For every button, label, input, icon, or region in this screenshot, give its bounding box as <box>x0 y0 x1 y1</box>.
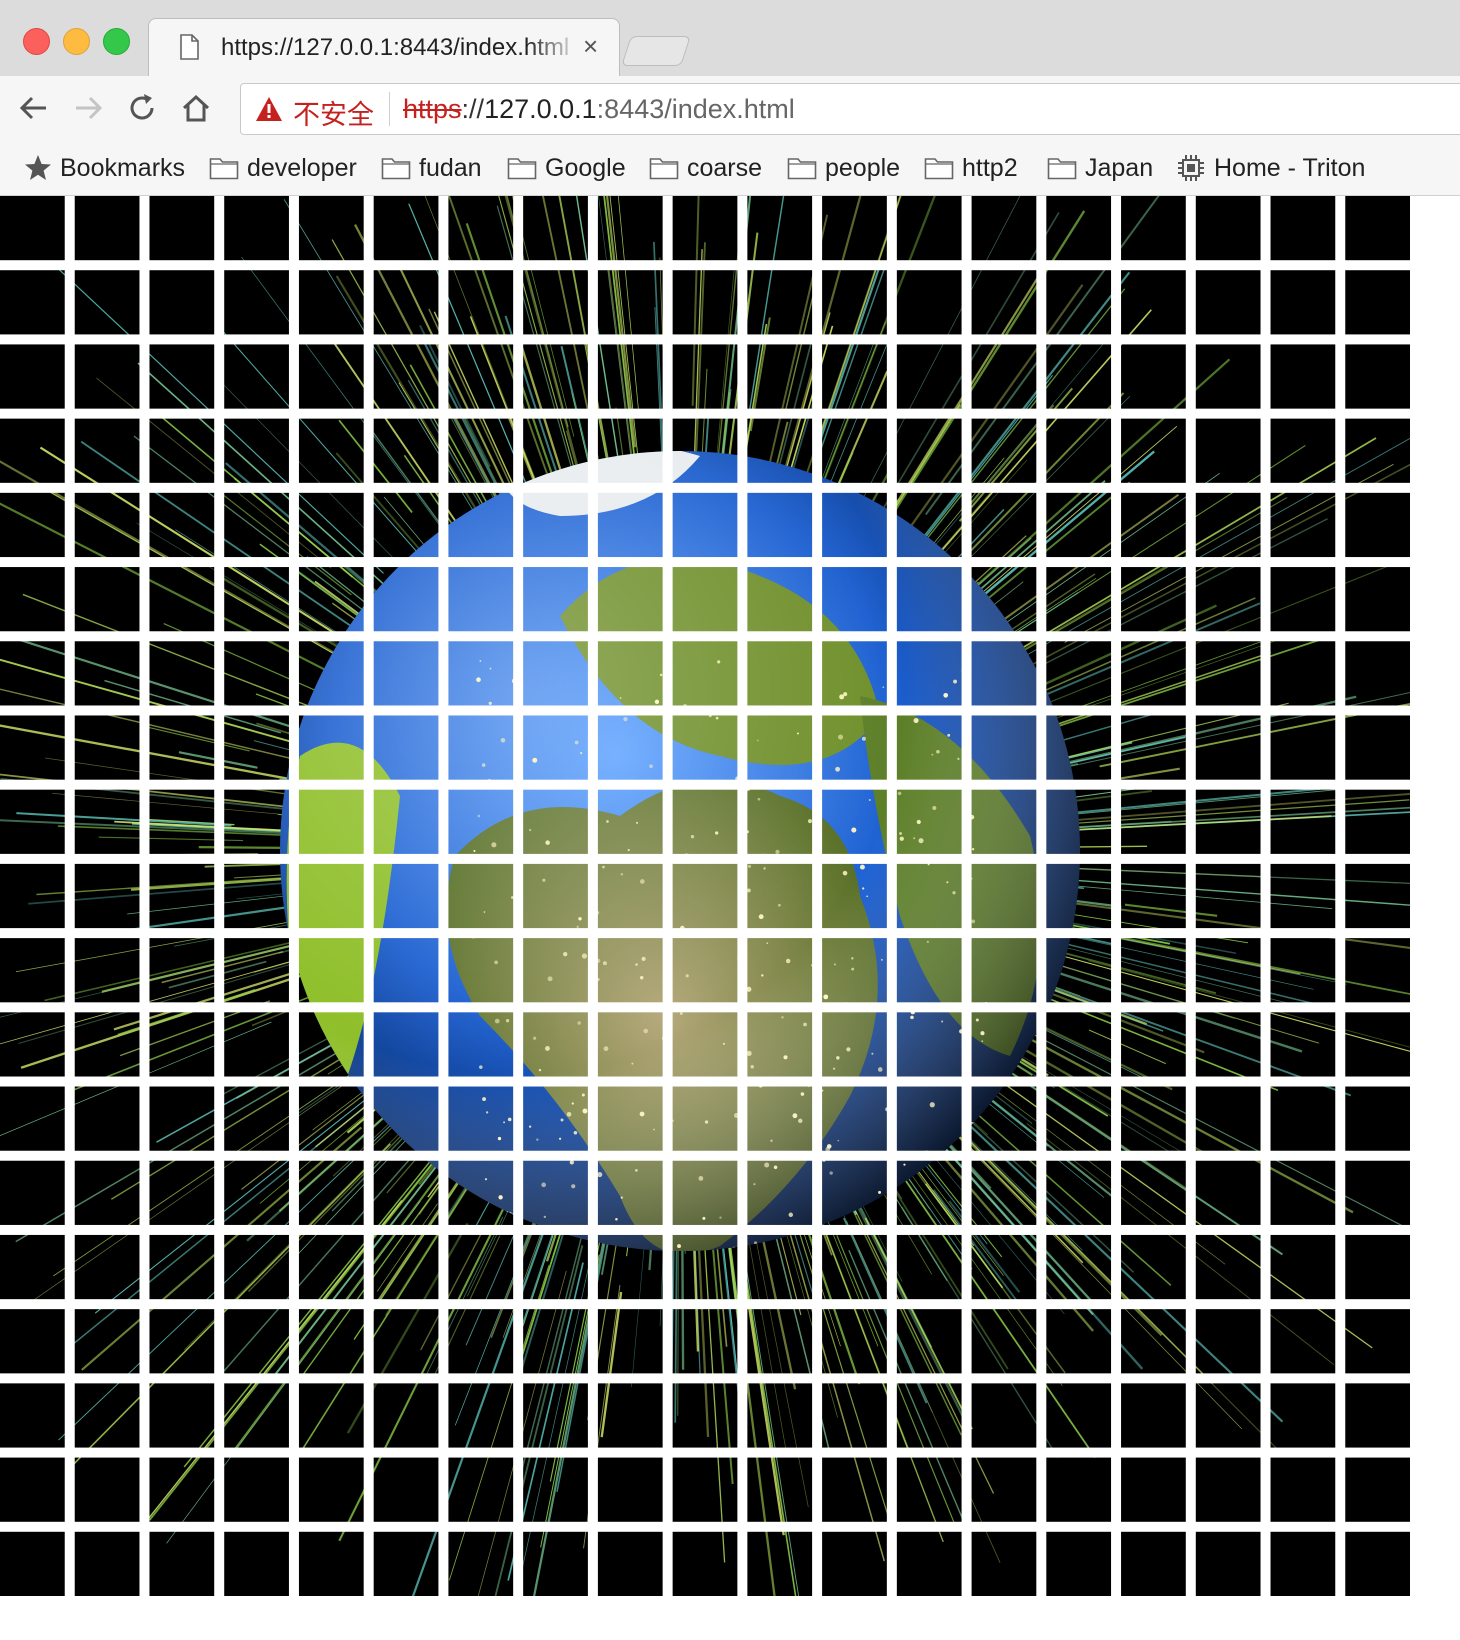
page-content <box>0 196 1460 1640</box>
bookmark-label: developer <box>247 153 357 182</box>
tab-title: https://127.0.0.1:8443/index.html <box>221 34 570 61</box>
bookmark-folder-fudan[interactable]: fudan <box>381 141 482 195</box>
folder-icon <box>381 158 411 180</box>
grid-line-vertical <box>1036 196 1047 1596</box>
grid-line-vertical <box>438 196 449 1596</box>
grid-line-vertical <box>214 196 225 1596</box>
url-text[interactable]: https://127.0.0.1:8443/index.html <box>403 94 795 125</box>
grid-line-vertical <box>1260 196 1271 1596</box>
reload-icon[interactable] <box>124 90 160 126</box>
grid-line-horizontal <box>0 1447 1410 1458</box>
grid-line-vertical <box>1335 196 1346 1596</box>
grid-line-vertical <box>737 196 748 1596</box>
folder-icon <box>924 158 954 180</box>
grid-line-horizontal <box>0 779 1410 790</box>
grid-line-horizontal <box>0 260 1410 271</box>
grid-line-horizontal <box>0 1299 1410 1310</box>
back-arrow-icon[interactable] <box>16 90 52 126</box>
grid-line-horizontal <box>0 1076 1410 1087</box>
grid-line-vertical <box>288 196 299 1596</box>
grid-line-vertical <box>64 196 75 1596</box>
home-icon[interactable] <box>178 90 214 126</box>
star-icon <box>25 155 51 180</box>
forward-arrow-icon[interactable] <box>70 90 106 126</box>
bookmark-folder-google[interactable]: Google <box>507 141 626 195</box>
bookmark-label: Japan <box>1085 153 1154 182</box>
grid-line-vertical <box>363 196 374 1596</box>
grid-line-horizontal <box>0 1224 1410 1235</box>
grid-line-horizontal <box>0 631 1410 642</box>
grid-line-horizontal <box>0 928 1410 939</box>
bookmark-folder-http2[interactable]: http2 <box>924 141 1018 195</box>
bookmark-label: Home - Triton <box>1214 153 1366 182</box>
bookmark-home-triton[interactable]: Home - Triton <box>1176 141 1365 195</box>
maximize-window-button[interactable] <box>103 28 130 55</box>
folder-icon <box>787 158 817 180</box>
grid-line-vertical <box>662 196 673 1596</box>
globe-scene[interactable] <box>0 196 1410 1596</box>
minimize-window-button[interactable] <box>63 28 90 55</box>
grid-line-vertical <box>513 196 524 1596</box>
grid-line-horizontal <box>0 1373 1410 1384</box>
grid-line-horizontal <box>0 705 1410 716</box>
document-icon <box>179 34 199 65</box>
bookmark-folder-coarse[interactable]: coarse <box>649 141 762 195</box>
address-bar[interactable]: 不安全 https://127.0.0.1:8443/index.html <box>240 83 1460 135</box>
bookmark-label: fudan <box>419 153 482 182</box>
url-scheme: https <box>403 94 462 124</box>
grid-line-vertical <box>886 196 897 1596</box>
bookmark-label: people <box>825 153 901 182</box>
bookmark-folder-developer[interactable]: developer <box>209 141 357 195</box>
security-status-label[interactable]: 不安全 <box>293 93 374 132</box>
grid-line-horizontal <box>0 1150 1410 1161</box>
folder-icon <box>209 158 239 180</box>
bookmark-folder-japan[interactable]: Japan <box>1047 141 1153 195</box>
url-path: :8443/index.html <box>596 94 795 124</box>
address-divider <box>389 92 390 126</box>
browser-tab-active[interactable]: https://127.0.0.1:8443/index.html × <box>148 18 620 77</box>
grid-line-horizontal <box>0 853 1410 864</box>
grid-line-vertical <box>1185 196 1196 1596</box>
grid-line-horizontal <box>0 1002 1410 1013</box>
grid-line-horizontal <box>0 482 1410 493</box>
bookmark-label: coarse <box>687 153 763 182</box>
grid-line-vertical <box>812 196 823 1596</box>
window-titlebar: https://127.0.0.1:8443/index.html × <box>0 0 1460 77</box>
url-host: 127.0.0.1 <box>484 94 597 124</box>
bookmark-label: Google <box>545 153 626 182</box>
grid-line-horizontal <box>0 408 1410 419</box>
close-window-button[interactable] <box>23 28 50 55</box>
folder-icon <box>1047 158 1077 180</box>
tile-grid-overlay <box>0 196 1410 1596</box>
browser-toolbar: 不安全 https://127.0.0.1:8443/index.html <box>0 76 1460 141</box>
folder-icon <box>507 158 537 180</box>
grid-line-vertical <box>587 196 598 1596</box>
grid-line-vertical <box>1111 196 1122 1596</box>
url-separator: :// <box>461 94 485 124</box>
grid-line-horizontal <box>0 334 1410 345</box>
chip-icon <box>1178 155 1204 181</box>
tab-close-icon[interactable]: × <box>583 31 598 62</box>
folder-icon <box>649 158 679 180</box>
grid-line-vertical <box>961 196 972 1596</box>
grid-line-horizontal <box>0 1521 1410 1532</box>
bookmark-folder-people[interactable]: people <box>787 141 900 195</box>
grid-line-horizontal <box>0 557 1410 568</box>
bookmark-label: http2 <box>962 153 1018 182</box>
grid-line-vertical <box>139 196 150 1596</box>
new-tab-button[interactable] <box>621 36 691 66</box>
bookmarks-bar: Bookmarks developer fudan Google coarse … <box>0 141 1460 196</box>
bookmark-label: Bookmarks <box>60 153 186 182</box>
bookmark-bookmarks[interactable]: Bookmarks <box>24 141 185 195</box>
warning-triangle-icon <box>255 96 283 127</box>
